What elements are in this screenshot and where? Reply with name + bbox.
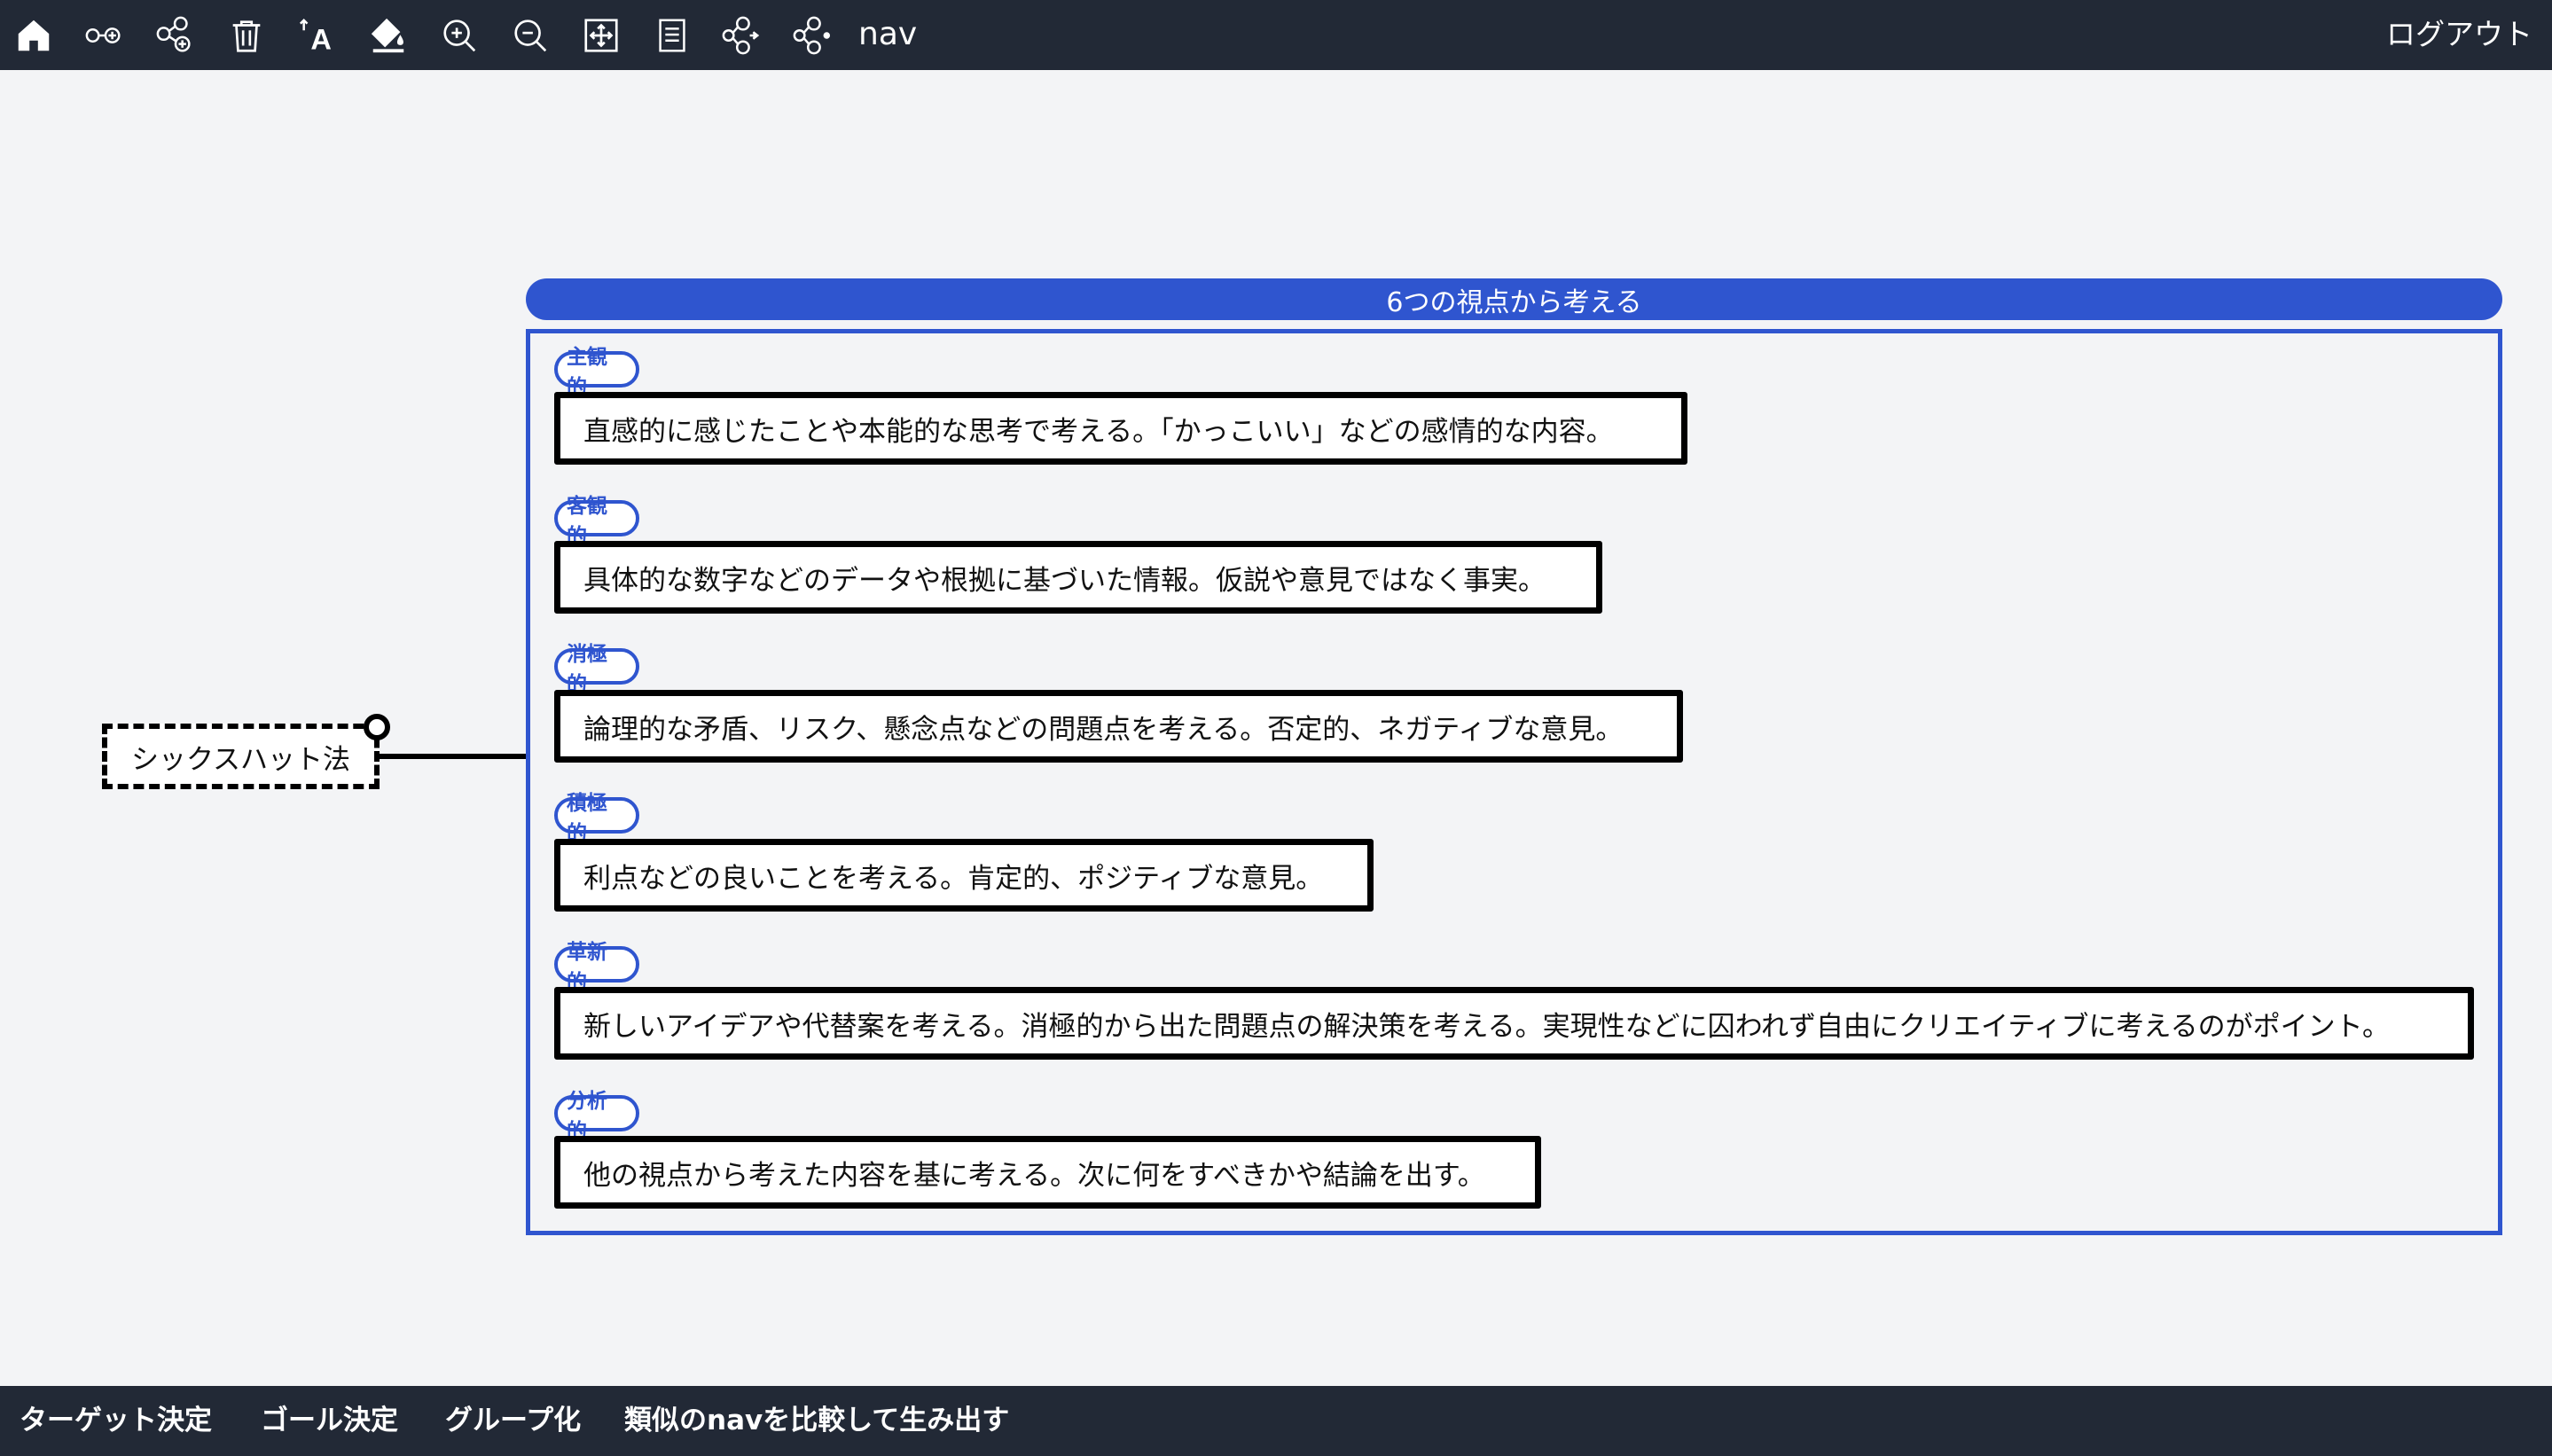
logout-button[interactable]: ログアウト (2386, 12, 2532, 57)
tag-objective[interactable]: 客観的 (554, 495, 639, 548)
add-sibling-node-icon[interactable] (80, 11, 129, 60)
zoom-in-icon[interactable] (434, 11, 484, 60)
target-decision-button[interactable]: ターゲット決定 (20, 1386, 212, 1456)
root-node-label: シックスハット法 (130, 743, 351, 776)
card-analytical[interactable]: 他の視点から考えた内容を基に考える。次に何をすべきかや結論を出す。 (554, 1136, 1541, 1209)
fill-color-icon[interactable] (364, 11, 413, 60)
text-format-icon[interactable]: A (293, 11, 342, 60)
svg-text:A: A (310, 23, 332, 55)
document-icon[interactable] (647, 11, 697, 60)
root-node[interactable]: シックスハット法 (102, 724, 380, 789)
compare-similar-nav-button[interactable]: 類似のnavを比較して生み出す (624, 1386, 1009, 1456)
grouping-button[interactable]: グループ化 (445, 1386, 581, 1456)
card-objective[interactable]: 具体的な数字などのデータや根拠に基づいた情報。仮説や意見ではなく事実。 (554, 541, 1602, 614)
add-child-node-icon[interactable] (151, 11, 200, 60)
card-negative[interactable]: 論理的な矛盾、リスク、懸念点などの問題点を考える。否定的、ネガティブな意見。 (554, 690, 1683, 763)
tag-negative[interactable]: 消極的 (554, 643, 639, 696)
card-subjective[interactable]: 直感的に感じたことや本能的な思考で考える。「かっこいい」などの感情的な内容。 (554, 392, 1687, 465)
card-innovative[interactable]: 新しいアイデアや代替案を考える。消極的から出た問題点の解決策を考える。実現性など… (554, 987, 2474, 1060)
card-positive[interactable]: 利点などの良いことを考える。肯定的、ポジティブな意見。 (554, 839, 1374, 912)
connection-handle[interactable] (364, 714, 390, 740)
tag-positive[interactable]: 積極的 (554, 792, 639, 845)
tag-analytical[interactable]: 分析的 (554, 1090, 639, 1143)
top-toolbar: A nav ログアウト (0, 0, 2552, 70)
fit-view-icon[interactable] (576, 11, 626, 60)
trash-icon[interactable] (222, 11, 271, 60)
expand-left-icon[interactable] (787, 11, 837, 60)
group-title[interactable]: 6つの視点から考える (526, 278, 2502, 320)
app-name: nav (858, 16, 918, 52)
home-icon[interactable] (9, 11, 59, 60)
goal-decision-button[interactable]: ゴール決定 (261, 1386, 398, 1456)
zoom-out-icon[interactable] (505, 11, 555, 60)
bottom-toolbar: ターゲット決定 ゴール決定 グループ化 類似のnavを比較して生み出す (0, 1386, 2552, 1456)
root-connector-line (380, 754, 528, 759)
tag-innovative[interactable]: 革新的 (554, 941, 639, 994)
group-container (526, 329, 2502, 1235)
group-title-label: 6つの視点から考える (1386, 286, 1642, 318)
tag-subjective[interactable]: 主観的 (554, 346, 639, 399)
expand-right-icon[interactable] (716, 11, 766, 60)
